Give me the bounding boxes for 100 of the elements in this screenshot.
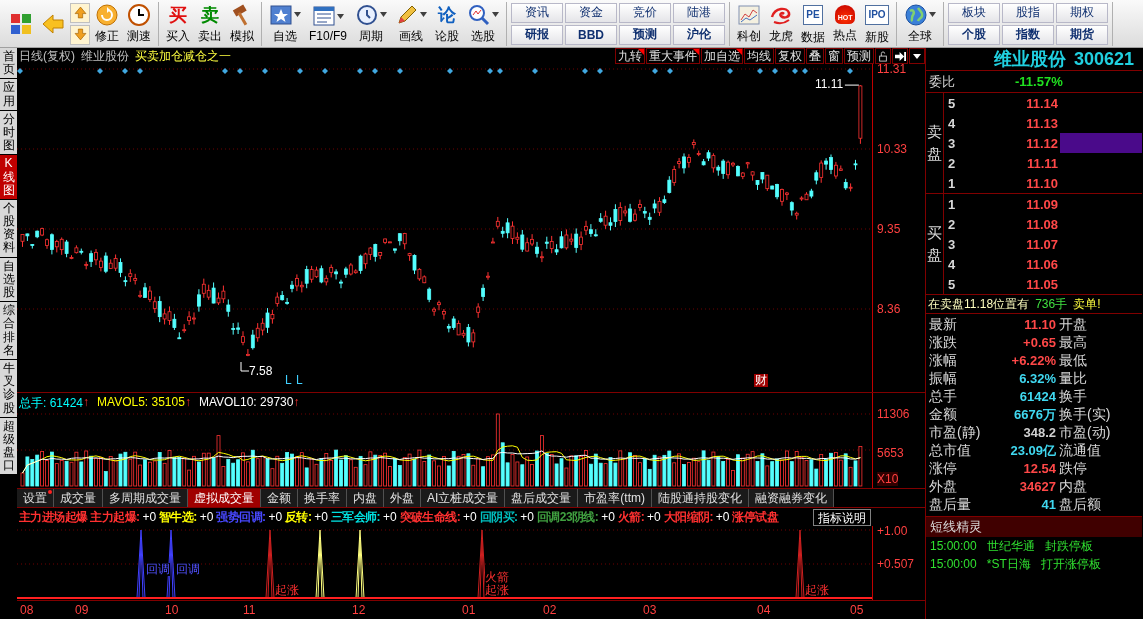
toolbar-button[interactable]: 期权: [1056, 2, 1108, 23]
toolbar-button[interactable]: IPO 新股: [862, 1, 892, 46]
indicator-tab[interactable]: 虚拟成交量: [188, 489, 261, 507]
toolbar-button[interactable]: F10/F9: [306, 1, 350, 46]
chart-button[interactable]: 均线: [744, 48, 774, 64]
side-tab[interactable]: K线图: [0, 155, 17, 199]
side-label: 卖盘: [927, 121, 942, 164]
toolbar-button[interactable]: 预测: [619, 24, 671, 45]
toolbar-button[interactable]: 修正: [92, 1, 122, 46]
indicator-tab[interactable]: 盘后成交量: [505, 489, 579, 507]
indicator-tab[interactable]: 陆股通持股变化: [652, 489, 749, 507]
legend-item: MAVOL5: 35105: [97, 395, 185, 411]
toolbar-button[interactable]: 指数: [1002, 24, 1054, 45]
toolbar-button[interactable]: 卖 卖出: [195, 1, 225, 46]
toolbar-button[interactable]: 研报: [511, 24, 563, 45]
indicator-tab[interactable]: 设置: [17, 489, 54, 507]
axis-label: 12: [352, 603, 366, 617]
toolbar-button[interactable]: 板块: [948, 2, 1000, 23]
stat-label: 流通值: [1059, 442, 1102, 459]
indicator-tab[interactable]: 换手率: [298, 489, 347, 507]
side-tab[interactable]: 分时图: [0, 110, 17, 155]
indicator-tab[interactable]: 成交量: [54, 489, 103, 507]
toolbar-button[interactable]: 测速: [124, 1, 154, 46]
stat-label: 总市值: [929, 442, 972, 459]
legend-label: 突破生命线:: [399, 508, 461, 526]
toolbar-button[interactable]: 买 买入: [163, 1, 193, 46]
level-number: 1: [947, 196, 957, 212]
toolbar-button[interactable]: 股指: [1002, 2, 1054, 23]
side-tab[interactable]: 超级盘口: [0, 417, 17, 475]
toolbar-button[interactable]: 资讯: [511, 2, 563, 23]
stock-name: 维业股份: [81, 47, 129, 65]
legend-label: 火箭:: [617, 508, 645, 526]
axis-label: 8.36: [877, 302, 901, 316]
side-tab[interactable]: 个股资料: [0, 199, 17, 257]
legend-value: +0: [314, 510, 328, 524]
stat-label: 市盈(动): [1059, 424, 1112, 441]
toolbar-button[interactable]: 期货: [1056, 24, 1108, 45]
indicator-tab[interactable]: 融资融券变化: [749, 489, 834, 507]
stat-label: 换手: [1059, 388, 1088, 405]
toolbar-button[interactable]: 龙虎: [766, 1, 796, 46]
indicator-tab[interactable]: 金额: [261, 489, 298, 507]
legend-value: +0: [715, 510, 730, 524]
chart-button[interactable]: 复权: [775, 48, 805, 64]
axis-label: 03: [643, 603, 657, 617]
signal-label: 火箭: [485, 571, 509, 584]
toolbar-button[interactable]: 模拟: [227, 1, 257, 46]
price-value: 11.11: [1025, 155, 1058, 171]
indicator-name: 买卖加仓减仓之一: [135, 47, 231, 65]
side-tab[interactable]: 牛叉诊股: [0, 359, 17, 417]
stat-value: 348.2: [1022, 424, 1057, 441]
legend-label: 主力进场起爆: [19, 508, 88, 526]
toolbar-button[interactable]: 科创: [734, 1, 764, 46]
toolbar-button[interactable]: 画线: [392, 1, 430, 46]
legend-item: 总手: 61424: [19, 395, 84, 412]
level-number: 4: [947, 256, 957, 272]
indicator-tab[interactable]: 内盘: [347, 489, 384, 507]
indicator-tab[interactable]: 多周期成交量: [103, 489, 188, 507]
chart-button[interactable]: 加自选: [701, 48, 743, 64]
side-tab[interactable]: 应用: [0, 79, 17, 110]
notice-text: 卖单!: [1073, 295, 1101, 313]
toolbar-button[interactable]: 选股: [464, 1, 502, 46]
toolbar-button[interactable]: 陆港: [673, 2, 725, 23]
toolbar-button[interactable]: 个股: [948, 24, 1000, 45]
signal-label: L: [296, 374, 303, 387]
stat-label: 总手: [929, 388, 958, 405]
chart-button[interactable]: 窗: [825, 48, 843, 64]
side-tab[interactable]: 自选股: [0, 257, 17, 302]
toolbar-button[interactable]: 自选: [266, 1, 304, 46]
axis-label: 04: [757, 603, 771, 617]
indicator-tab[interactable]: 市盈率(ttm): [578, 489, 652, 507]
chart-button[interactable]: 叠: [806, 48, 824, 64]
axis-label: 11306: [877, 407, 910, 421]
notice-text: 在卖盘11.18位置有: [928, 295, 1030, 313]
toolbar-button[interactable]: 全球: [901, 1, 939, 46]
alert-stock: *ST日海: [986, 555, 1031, 573]
legend-label: 大阳缩阴:: [663, 508, 713, 526]
legend-value: +0: [601, 510, 615, 524]
stat-value: +6.22%: [1010, 352, 1057, 369]
legend-item: MAVOL10: 29730: [198, 395, 294, 411]
help-button[interactable]: 指标说明: [813, 508, 871, 526]
chart-button[interactable]: 九转: [615, 48, 645, 64]
toolbar-button[interactable]: 论 论股: [432, 1, 462, 46]
level-number: 2: [947, 216, 957, 232]
side-tab[interactable]: 综合排名: [0, 302, 17, 359]
side-tab[interactable]: 首页: [0, 48, 17, 79]
stat-label: 金额: [929, 406, 958, 423]
chart-button[interactable]: 重大事件: [646, 48, 700, 64]
toolbar-button[interactable]: 周期: [352, 1, 390, 46]
toolbar-button[interactable]: 竞价: [619, 2, 671, 23]
toolbar-button[interactable]: PE 数据: [798, 1, 828, 46]
indicator-tab[interactable]: AI立桩成交量: [421, 489, 506, 507]
stat-value: 23.09亿: [1009, 442, 1057, 459]
axis-label: 08: [20, 603, 34, 617]
toolbar-button[interactable]: 资金: [565, 2, 617, 23]
chart-button[interactable]: 预测: [844, 48, 874, 64]
toolbar-button[interactable]: BBD: [565, 24, 617, 45]
legend-label: 回阴买:: [479, 508, 518, 526]
toolbar-button[interactable]: 沪伦: [673, 24, 725, 45]
indicator-tab[interactable]: 外盘: [384, 489, 421, 507]
alert-event: 封跌停板: [1044, 537, 1093, 555]
